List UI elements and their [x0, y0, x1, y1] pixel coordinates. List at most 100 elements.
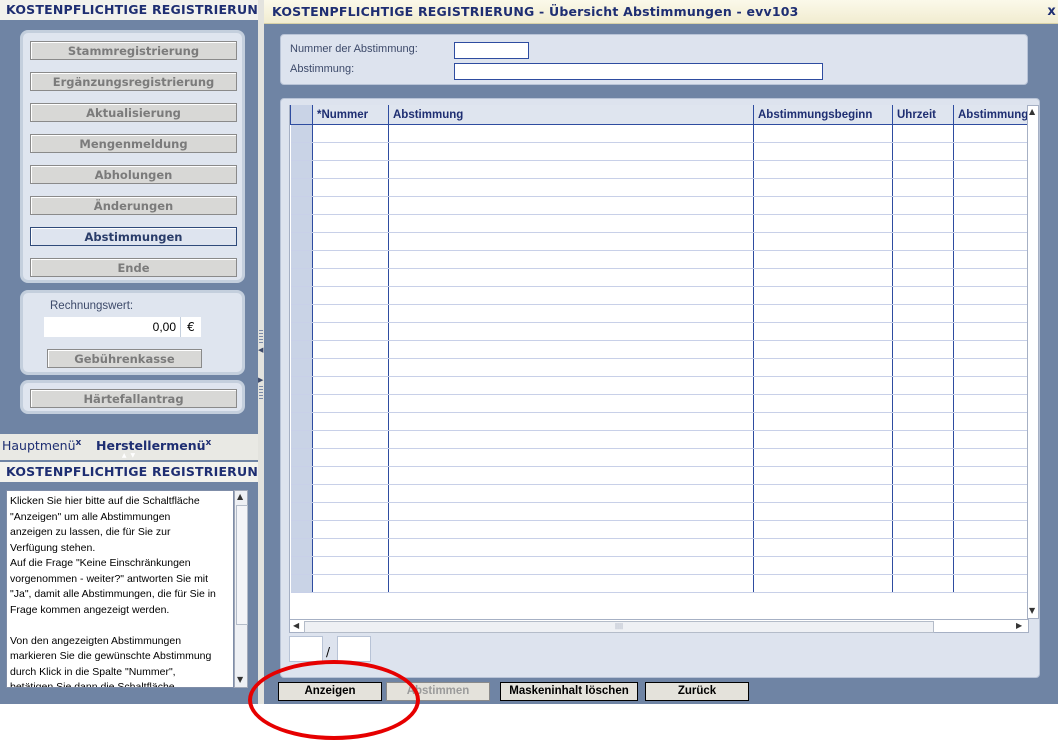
table-cell[interactable]: [753, 484, 893, 503]
table-row[interactable]: [290, 502, 1028, 521]
table-row[interactable]: [290, 394, 1028, 413]
table-cell[interactable]: [388, 412, 754, 431]
row-selector[interactable]: [290, 214, 313, 233]
table-cell[interactable]: [753, 412, 893, 431]
scroll-down-icon[interactable]: ▼: [1029, 606, 1035, 615]
scroll-thumb[interactable]: ||||: [304, 621, 934, 633]
table-row[interactable]: [290, 358, 1028, 377]
table-cell[interactable]: [953, 178, 1028, 197]
table-cell[interactable]: [953, 250, 1028, 269]
table-row[interactable]: [290, 160, 1028, 179]
table-cell[interactable]: [312, 304, 389, 323]
scroll-up-icon[interactable]: ▲: [1029, 107, 1035, 116]
close-icon[interactable]: x: [76, 438, 82, 448]
table-cell[interactable]: [388, 322, 754, 341]
table-cell[interactable]: [892, 196, 954, 215]
table-cell[interactable]: [312, 124, 389, 143]
table-cell[interactable]: [312, 574, 389, 593]
table-cell[interactable]: [953, 304, 1028, 323]
table-row[interactable]: [290, 178, 1028, 197]
table-cell[interactable]: [753, 250, 893, 269]
table-cell[interactable]: [388, 124, 754, 143]
gebuehrenkasse-button[interactable]: Gebührenkasse: [47, 349, 202, 368]
column-header-abstimmungsende[interactable]: Abstimmungs: [953, 105, 1028, 125]
nav-mengenmeldung-button[interactable]: Mengenmeldung: [30, 134, 237, 153]
table-cell[interactable]: [312, 412, 389, 431]
scroll-thumb[interactable]: [236, 505, 248, 625]
table-row[interactable]: [290, 412, 1028, 431]
table-cell[interactable]: [753, 142, 893, 161]
table-cell[interactable]: [892, 376, 954, 395]
table-cell[interactable]: [388, 574, 754, 593]
table-cell[interactable]: [953, 196, 1028, 215]
table-cell[interactable]: [953, 124, 1028, 143]
table-cell[interactable]: [753, 430, 893, 449]
row-selector[interactable]: [290, 160, 313, 179]
table-row[interactable]: [290, 250, 1028, 269]
table-cell[interactable]: [953, 538, 1028, 557]
table-cell[interactable]: [953, 412, 1028, 431]
table-cell[interactable]: [388, 394, 754, 413]
table-cell[interactable]: [753, 556, 893, 575]
nav-abholungen-button[interactable]: Abholungen: [30, 165, 237, 184]
table-row[interactable]: [290, 232, 1028, 251]
table-cell[interactable]: [953, 358, 1028, 377]
row-selector[interactable]: [290, 358, 313, 377]
table-cell[interactable]: [953, 160, 1028, 179]
table-cell[interactable]: [892, 484, 954, 503]
table-cell[interactable]: [953, 142, 1028, 161]
table-cell[interactable]: [388, 520, 754, 539]
table-cell[interactable]: [892, 556, 954, 575]
table-cell[interactable]: [953, 448, 1028, 467]
table-row[interactable]: [290, 196, 1028, 215]
table-cell[interactable]: [953, 466, 1028, 485]
table-row[interactable]: [290, 574, 1028, 593]
table-cell[interactable]: [953, 232, 1028, 251]
row-selector[interactable]: [290, 430, 313, 449]
row-selector[interactable]: [290, 142, 313, 161]
table-row[interactable]: [290, 430, 1028, 449]
table-cell[interactable]: [753, 160, 893, 179]
row-selector[interactable]: [290, 322, 313, 341]
table-cell[interactable]: [892, 358, 954, 377]
table-cell[interactable]: [312, 268, 389, 287]
table-cell[interactable]: [953, 286, 1028, 305]
grid-horizontal-scrollbar[interactable]: ◀ |||| ▶: [289, 619, 1029, 633]
maskeninhalt-loeschen-button[interactable]: Maskeninhalt löschen: [500, 682, 638, 701]
row-selector[interactable]: [290, 412, 313, 431]
table-row[interactable]: [290, 556, 1028, 575]
grid-vertical-scrollbar[interactable]: ▲ ▼: [1027, 105, 1039, 619]
table-cell[interactable]: [892, 286, 954, 305]
table-cell[interactable]: [312, 394, 389, 413]
row-selector[interactable]: [290, 250, 313, 269]
table-cell[interactable]: [953, 268, 1028, 287]
table-cell[interactable]: [892, 250, 954, 269]
table-cell[interactable]: [892, 466, 954, 485]
table-row[interactable]: [290, 124, 1028, 143]
table-cell[interactable]: [388, 358, 754, 377]
row-selector[interactable]: [290, 124, 313, 143]
table-cell[interactable]: [388, 232, 754, 251]
nav-stammregistrierung-button[interactable]: Stammregistrierung: [30, 41, 237, 60]
table-cell[interactable]: [753, 286, 893, 305]
table-cell[interactable]: [953, 502, 1028, 521]
nav-abstimmungen-button[interactable]: Abstimmungen: [30, 227, 237, 246]
table-cell[interactable]: [892, 394, 954, 413]
table-cell[interactable]: [312, 178, 389, 197]
table-cell[interactable]: [753, 124, 893, 143]
table-cell[interactable]: [388, 196, 754, 215]
table-cell[interactable]: [753, 214, 893, 233]
table-cell[interactable]: [953, 214, 1028, 233]
table-cell[interactable]: [388, 142, 754, 161]
table-cell[interactable]: [953, 520, 1028, 539]
close-icon[interactable]: x: [206, 438, 212, 448]
row-selector[interactable]: [290, 304, 313, 323]
table-row[interactable]: [290, 484, 1028, 503]
table-cell[interactable]: [312, 250, 389, 269]
expand-right-icon[interactable]: ▶: [258, 376, 263, 384]
table-cell[interactable]: [312, 196, 389, 215]
table-row[interactable]: [290, 448, 1028, 467]
table-cell[interactable]: [753, 394, 893, 413]
table-cell[interactable]: [892, 214, 954, 233]
table-cell[interactable]: [753, 376, 893, 395]
